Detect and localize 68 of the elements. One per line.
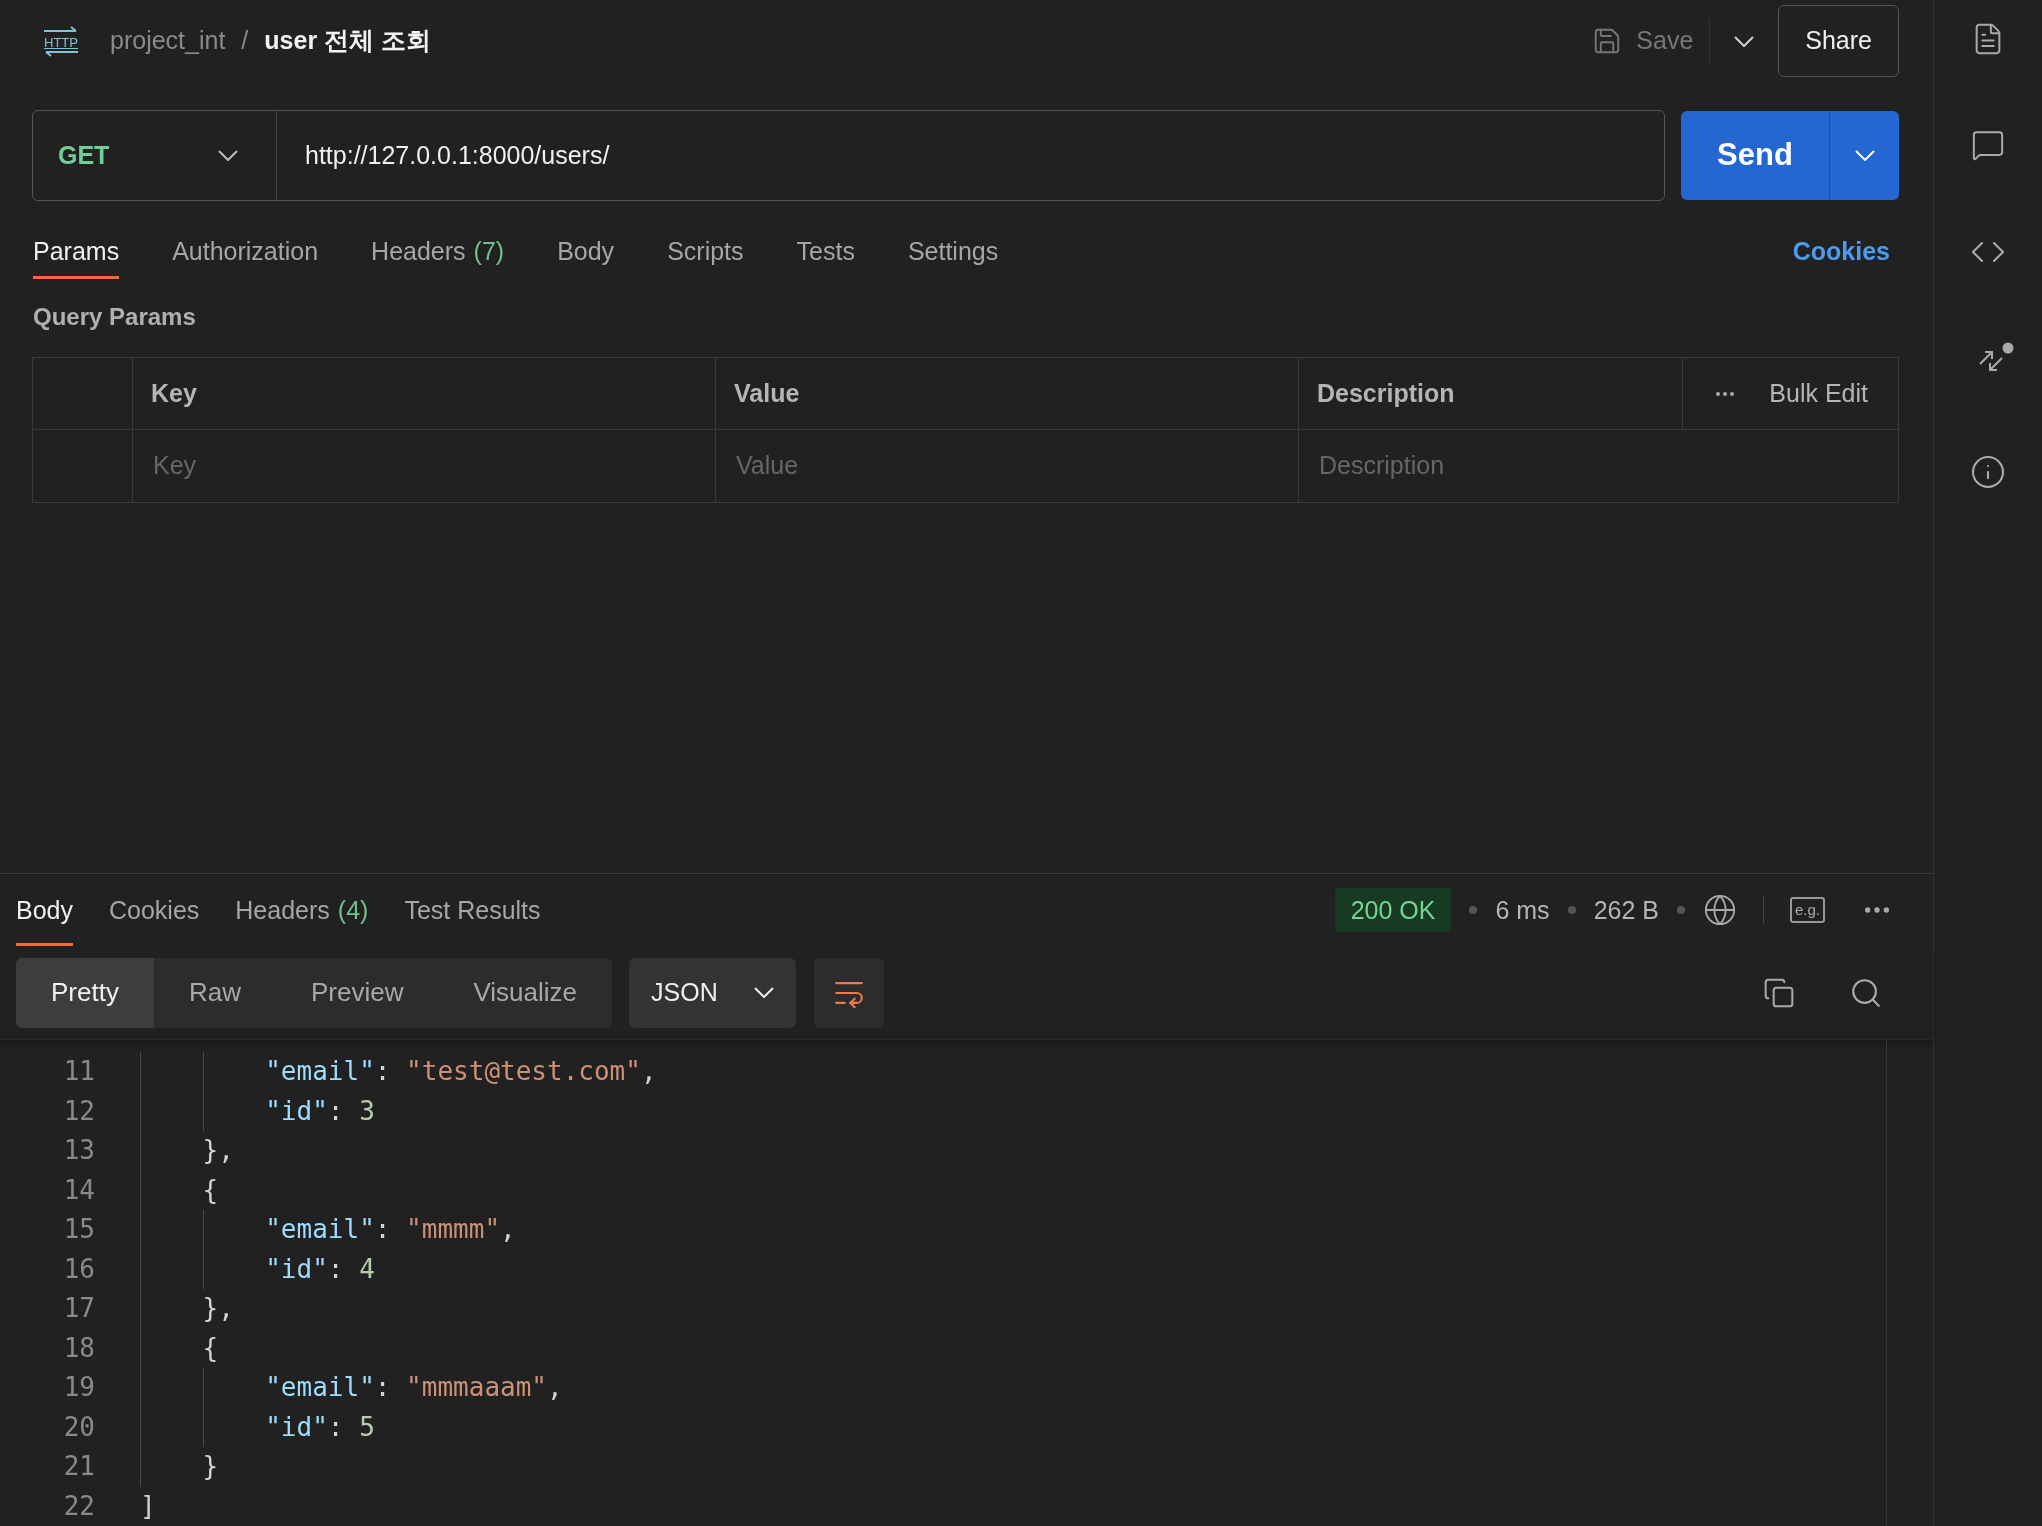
comment-icon[interactable]: [1971, 128, 2005, 162]
section-title: Query Params: [33, 303, 196, 330]
line-number: 13: [63, 1134, 95, 1168]
tab[interactable]: Tests: [796, 225, 855, 279]
view-mode-tab[interactable]: Pretty: [16, 957, 154, 1028]
column-header: Description: [1317, 377, 1455, 409]
cookies-link[interactable]: Cookies: [1792, 225, 1899, 279]
examples-button[interactable]: e.g.: [1789, 897, 1825, 924]
column-header: Key: [151, 377, 197, 409]
tab[interactable]: Params: [33, 225, 120, 279]
tab[interactable]: Headers (4): [235, 874, 369, 947]
line-number: 22: [63, 1489, 95, 1523]
collection-link[interactable]: project_int: [110, 22, 226, 60]
param-input[interactable]: Description: [1319, 447, 1719, 485]
tab[interactable]: Body: [16, 874, 73, 947]
status-badge: 200 OK: [1334, 888, 1452, 933]
globe-icon[interactable]: [1702, 893, 1737, 928]
view-mode-tab[interactable]: Visualize: [438, 957, 612, 1028]
param-input[interactable]: Key: [153, 447, 715, 485]
line-number: 17: [63, 1292, 95, 1326]
view-mode-tab[interactable]: Raw: [153, 957, 276, 1028]
request-name: user 전체 조회: [264, 25, 431, 57]
tab[interactable]: Settings: [907, 225, 999, 279]
copy-icon[interactable]: [1763, 976, 1795, 1009]
code-line: {: [202, 1331, 219, 1365]
code-line: },: [202, 1292, 234, 1326]
code-line: "id": 5: [265, 1410, 375, 1444]
tab[interactable]: Scripts: [667, 225, 744, 279]
code-line: "id": 3: [265, 1094, 375, 1128]
info-icon[interactable]: [1970, 454, 2006, 490]
share-button[interactable]: Share: [1778, 5, 1899, 77]
code-line: "id": 4: [265, 1252, 375, 1286]
tab[interactable]: Headers (7): [371, 225, 505, 279]
line-number: 14: [63, 1173, 95, 1207]
bulk-edit-button[interactable]: Bulk Edit: [1769, 374, 1868, 413]
code-line: }: [202, 1450, 219, 1484]
url-input[interactable]: http://127.0.0.1:8000/users/: [305, 136, 610, 175]
response-size: 262 B: [1593, 894, 1659, 926]
format-dropdown[interactable]: JSON: [629, 957, 796, 1028]
line-number: 21: [63, 1450, 95, 1484]
breadcrumb-separator: /: [241, 25, 249, 57]
line-number: 15: [63, 1213, 95, 1247]
code-line: },: [202, 1134, 234, 1168]
code-line: "email": "mmmm",: [265, 1213, 516, 1247]
line-number: 19: [63, 1371, 95, 1405]
tab[interactable]: Authorization: [172, 225, 319, 279]
line-number: 18: [63, 1331, 95, 1365]
tab[interactable]: Test Results: [404, 874, 541, 947]
chevron-icon[interactable]: [1734, 35, 1755, 47]
line-number: 20: [63, 1410, 95, 1444]
tab[interactable]: Cookies: [109, 874, 200, 947]
send-button[interactable]: Send: [1681, 111, 1829, 200]
code-line: {: [202, 1173, 219, 1207]
code-line: "email": "mmmaaam",: [265, 1371, 563, 1405]
view-mode-tab[interactable]: Preview: [275, 957, 439, 1028]
http-logo: HTTP: [40, 25, 82, 57]
tab[interactable]: Body: [557, 225, 615, 279]
method-dropdown[interactable]: GET: [33, 111, 277, 200]
param-input[interactable]: Value: [736, 447, 1298, 485]
response-time: 6 ms: [1495, 894, 1550, 926]
code-line: "email": "test@test.com",: [265, 1055, 657, 1089]
chevron-icon[interactable]: [218, 150, 238, 161]
line-number: 11: [63, 1055, 95, 1089]
column-header: Value: [734, 377, 800, 409]
code-line: ]: [140, 1489, 156, 1523]
line-number: 16: [63, 1252, 95, 1286]
wrap-lines-button[interactable]: [814, 957, 884, 1028]
line-number: 12: [63, 1094, 95, 1128]
